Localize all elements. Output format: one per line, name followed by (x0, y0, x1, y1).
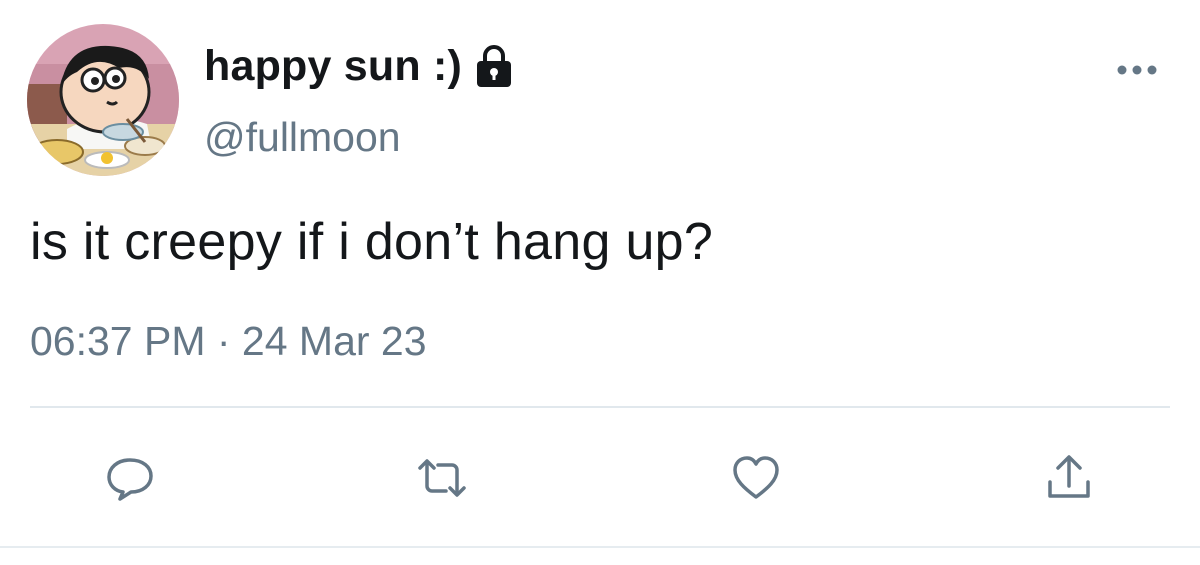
more-icon[interactable] (1114, 62, 1160, 78)
retweet-button[interactable] (414, 450, 470, 506)
tweet-card: happy sun :) @fullmoon is it creepy if i… (0, 0, 1200, 565)
reply-button[interactable] (102, 450, 158, 506)
display-name[interactable]: happy sun :) (204, 42, 462, 91)
tweet-timestamp[interactable]: 06:37 PM · 24 Mar 23 (30, 318, 427, 365)
tweet-text: is it creepy if i don’t hang up? (30, 213, 714, 271)
reply-icon (107, 458, 153, 501)
cartoon-avatar-icon (27, 24, 179, 176)
divider (30, 406, 1170, 408)
like-button[interactable] (728, 450, 784, 506)
retweet-icon (418, 459, 466, 497)
heart-icon (733, 456, 779, 499)
user-handle[interactable]: @fullmoon (204, 114, 401, 161)
share-icon (1048, 455, 1090, 498)
bottom-divider (0, 546, 1200, 548)
share-button[interactable] (1041, 450, 1097, 506)
lock-icon (474, 44, 514, 88)
display-name-row: happy sun :) (204, 38, 514, 94)
avatar[interactable] (27, 24, 179, 176)
